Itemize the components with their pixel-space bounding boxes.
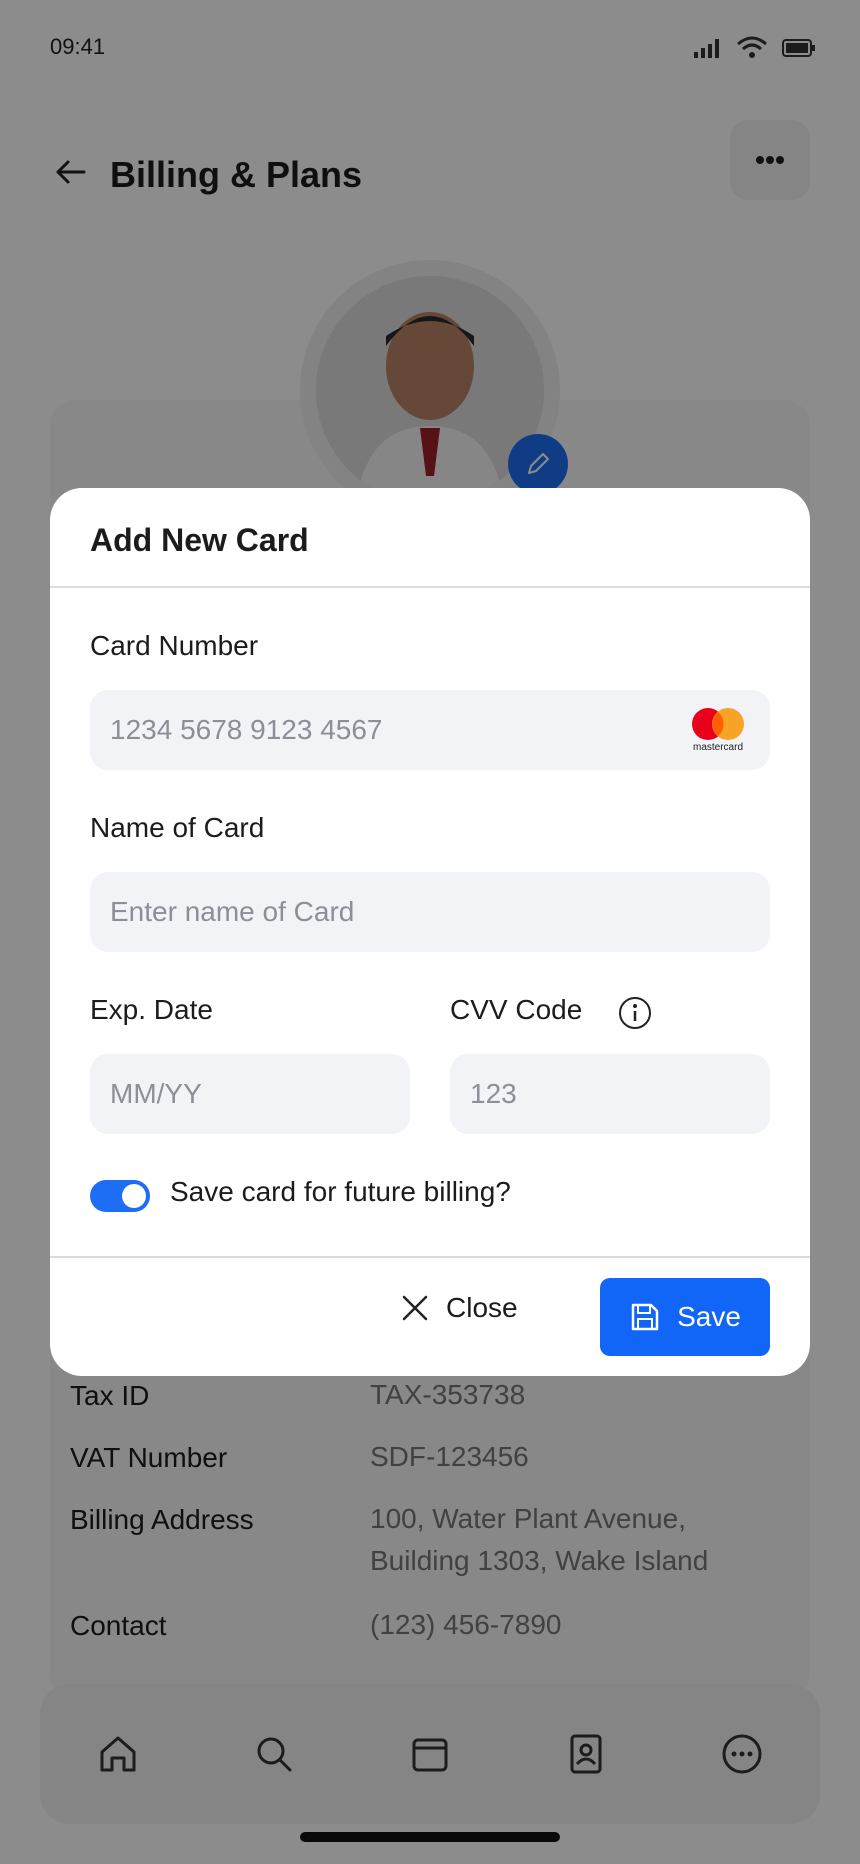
cvv-label: CVV Code (450, 994, 583, 1025)
save-card-label: Save card for future billing? (170, 1176, 511, 1207)
card-brand-label: mastercard (692, 742, 743, 753)
close-label: Close (446, 1292, 518, 1323)
save-card-toggle[interactable] (90, 1180, 150, 1212)
save-button[interactable]: Save (600, 1278, 770, 1356)
name-of-card-input[interactable]: Enter name of Card (90, 872, 770, 952)
mastercard-logo: mastercard (686, 706, 750, 754)
name-of-card-placeholder: Enter name of Card (110, 896, 355, 927)
exp-date-label: Exp. Date (90, 994, 213, 1025)
info-icon[interactable] (618, 996, 652, 1030)
save-label: Save (677, 1301, 741, 1332)
cvv-placeholder: 123 (470, 1078, 517, 1109)
modal-header-divider (50, 586, 810, 588)
cvv-input[interactable]: 123 (450, 1054, 770, 1134)
add-card-modal: Add New Card Card Number 1234 5678 9123 … (50, 488, 810, 1376)
close-icon (402, 1295, 428, 1321)
modal-footer-divider (50, 1256, 810, 1258)
card-number-input[interactable]: 1234 5678 9123 4567 (90, 690, 770, 770)
card-number-placeholder: 1234 5678 9123 4567 (110, 714, 383, 745)
modal-title: Add New Card (90, 522, 309, 558)
card-number-label: Card Number (90, 630, 259, 661)
name-of-card-label: Name of Card (90, 812, 265, 843)
exp-date-placeholder: MM/YY (110, 1078, 202, 1109)
save-disk-icon (631, 1303, 659, 1331)
exp-date-input[interactable]: MM/YY (90, 1054, 410, 1134)
close-button[interactable]: Close (400, 1278, 518, 1338)
